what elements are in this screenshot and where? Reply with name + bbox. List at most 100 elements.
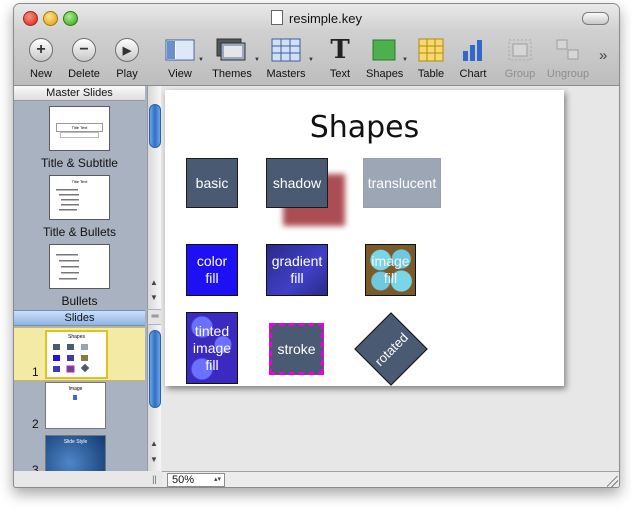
slide-number: 2 — [32, 417, 39, 431]
slides-header: Slides — [14, 310, 145, 326]
toolbar-toggle-button[interactable] — [582, 12, 609, 25]
themes-icon — [216, 38, 246, 61]
shape-gradient-fill[interactable]: gradient fill — [266, 244, 328, 296]
slide-thumbnail: Slide Style — [45, 435, 106, 471]
table-icon — [418, 38, 444, 62]
slide-number: 1 — [32, 365, 39, 379]
text-label: Text — [329, 68, 351, 80]
master-item-title-bullets[interactable]: Title Text Title & Bullets — [14, 175, 145, 239]
view-dropdown-icon: ▼ — [198, 57, 204, 63]
shape-label: shadow — [272, 174, 322, 191]
delete-button[interactable]: − Delete — [66, 36, 102, 84]
slide: Shapes basic shadow translucent color fi… — [165, 90, 564, 386]
master-label: Title & Bullets — [43, 225, 116, 239]
themes-label: Themes — [212, 68, 252, 80]
table-button[interactable]: Table — [414, 36, 448, 84]
ungroup-button[interactable]: Ungroup — [544, 36, 592, 84]
shape-image-fill[interactable]: image fill — [365, 244, 416, 296]
master-scroll-thumb[interactable] — [149, 104, 161, 148]
master-item-title-subtitle[interactable]: Title Text Title & Subtitle — [14, 106, 145, 170]
table-label: Table — [417, 68, 445, 80]
slides-scrollbar[interactable]: ▲ ▼ — [147, 325, 161, 471]
toolbar-overflow-button[interactable]: » — [599, 47, 607, 64]
master-label: Title & Subtitle — [41, 156, 118, 170]
slides-scroll-thumb[interactable] — [149, 330, 161, 408]
master-thumbnail — [49, 244, 110, 289]
ungroup-label: Ungroup — [546, 68, 590, 80]
sidebar: Master Slides Title Text Title & Subtitl… — [14, 86, 162, 471]
shape-tinted-image-fill[interactable]: tinted image fill — [186, 312, 238, 384]
slide-thumb-title: Shapes — [68, 334, 85, 340]
new-button[interactable]: + New — [26, 36, 56, 84]
new-label: New — [29, 68, 52, 80]
shape-rotated[interactable]: rotated — [354, 312, 428, 386]
masters-label: Masters — [266, 68, 306, 80]
master-item-bullets[interactable]: Bullets — [14, 244, 145, 308]
master-scrollbar[interactable]: ▲ ▼ — [147, 86, 161, 309]
slide-number: 3 — [32, 463, 39, 471]
group-icon — [508, 39, 532, 61]
shapes-label: Shapes — [366, 68, 404, 80]
split-handle-icon[interactable]: ═ — [147, 310, 162, 324]
shapes-button[interactable]: ▼ Shapes — [366, 36, 408, 84]
masters-dropdown-icon: ▼ — [308, 57, 314, 63]
scroll-down-icon[interactable]: ▼ — [150, 455, 158, 464]
minus-icon: − — [72, 38, 96, 62]
shape-shadow[interactable]: shadow — [266, 158, 328, 208]
shapes-icon — [372, 39, 396, 61]
group-button[interactable]: Group — [502, 36, 538, 84]
masters-button[interactable]: ▼ Masters — [264, 36, 314, 84]
bullets-preview — [56, 254, 79, 280]
slide-thumb-title: Image — [68, 386, 83, 392]
group-label: Group — [504, 68, 536, 80]
view-button[interactable]: ▼ View — [162, 36, 204, 84]
split-grip-icon[interactable]: || — [148, 472, 161, 487]
master-thumbnail: Title Text — [49, 175, 110, 220]
play-label: Play — [116, 68, 138, 80]
delete-label: Delete — [68, 68, 100, 80]
title-bar: resimple.key — [14, 4, 619, 33]
play-button[interactable]: ▶ Play — [112, 36, 142, 84]
slide-thumbnail: Shapes — [45, 330, 108, 379]
slide-title[interactable]: Shapes — [165, 110, 564, 145]
shape-label: gradient fill — [271, 253, 323, 286]
themes-dropdown-icon: ▼ — [254, 57, 260, 63]
master-thumb-subtitle — [60, 132, 99, 138]
master-thumbnail: Title Text — [49, 106, 110, 151]
chart-label: Chart — [459, 68, 487, 80]
text-icon: T — [330, 35, 350, 65]
chart-icon — [463, 40, 482, 61]
slide-canvas: Shapes basic shadow translucent color fi… — [162, 86, 619, 471]
shape-label: translucent — [367, 174, 437, 191]
slide-item-1[interactable]: Shapes 1 — [14, 327, 145, 381]
shape-label: image fill — [371, 253, 410, 286]
scroll-down-icon[interactable]: ▼ — [150, 293, 158, 302]
scroll-up-icon[interactable]: ▲ — [150, 439, 158, 448]
shape-label: rotated — [371, 329, 411, 369]
toolbar: + New − Delete ▶ Play ▼ View ▼ Themes ▼ … — [14, 33, 619, 86]
resize-grip-icon[interactable] — [607, 476, 618, 487]
shape-color-fill[interactable]: color fill — [186, 244, 238, 296]
shape-translucent[interactable]: translucent — [363, 158, 441, 208]
shape-basic[interactable]: basic — [186, 158, 238, 208]
themes-button[interactable]: ▼ Themes — [210, 36, 260, 84]
zoom-select[interactable]: 50% ▴▾ — [167, 473, 225, 487]
shapes-preview — [53, 344, 90, 373]
zoom-stepper-icon: ▴▾ — [213, 476, 221, 483]
master-slides-header: Master Slides — [14, 86, 145, 101]
shape-stroke[interactable]: stroke — [269, 323, 324, 375]
plus-icon: + — [29, 38, 53, 62]
master-thumb-title: Title Text — [71, 179, 88, 184]
chart-button[interactable]: Chart — [456, 36, 490, 84]
text-button[interactable]: T Text — [325, 35, 355, 84]
slide-item-2[interactable]: Image 2 — [14, 380, 145, 432]
scroll-up-icon[interactable]: ▲ — [150, 278, 158, 287]
masters-icon — [271, 38, 301, 62]
ungroup-icon — [556, 39, 579, 60]
document-icon — [271, 10, 284, 25]
shape-label: basic — [195, 174, 229, 191]
slide-item-3[interactable]: Slide Style 3 — [14, 433, 145, 471]
master-thumb-title: Title Text — [56, 123, 103, 132]
shape-label: tinted image fill — [192, 322, 232, 373]
master-label: Bullets — [61, 294, 98, 308]
